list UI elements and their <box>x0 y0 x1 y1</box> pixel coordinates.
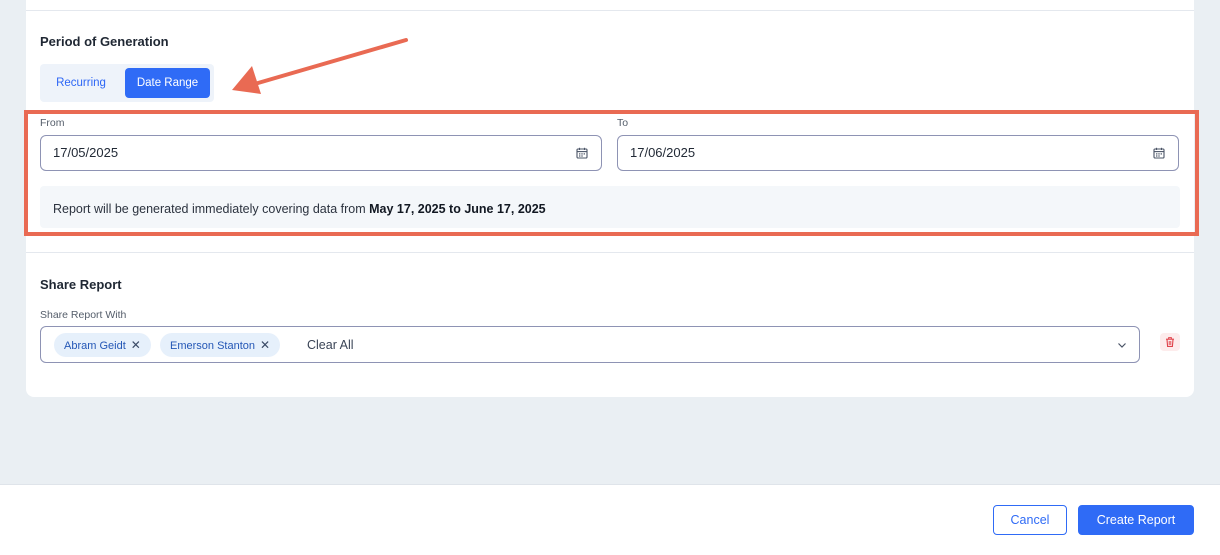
to-date-value: 17/06/2025 <box>630 145 696 160</box>
to-label: To <box>617 117 629 129</box>
chip-label: Abram Geidt <box>64 340 126 352</box>
arrow-annotation <box>232 38 408 94</box>
trash-icon <box>1166 337 1174 347</box>
remove-chip-icon[interactable]: ✕ <box>260 333 270 357</box>
calendar-icon[interactable] <box>1153 147 1165 159</box>
to-date-input[interactable]: 17/06/2025 <box>617 135 1179 171</box>
summary-text: Report will be generated immediately cov… <box>53 186 546 232</box>
clear-all-button[interactable]: Clear All <box>307 327 354 363</box>
share-section-title: Share Report <box>40 277 122 292</box>
recipient-chip: Abram Geidt ✕ <box>54 333 151 357</box>
recurring-tab[interactable]: Recurring <box>45 68 117 98</box>
cancel-button[interactable]: Cancel <box>993 505 1067 535</box>
chevron-down-icon[interactable] <box>1117 340 1127 350</box>
chip-label: Emerson Stanton <box>170 340 255 352</box>
from-label: From <box>40 117 65 129</box>
period-section-title: Period of Generation <box>40 34 169 49</box>
delete-share-button[interactable] <box>1160 333 1180 351</box>
date-range-summary: Report will be generated immediately cov… <box>40 186 1180 228</box>
share-with-label: Share Report With <box>40 309 127 321</box>
create-report-button[interactable]: Create Report <box>1078 505 1194 535</box>
remove-chip-icon[interactable]: ✕ <box>131 333 141 357</box>
from-date-input[interactable]: 17/05/2025 <box>40 135 602 171</box>
form-footer: Cancel Create Report <box>0 484 1220 555</box>
recipient-chip: Emerson Stanton ✕ <box>160 333 281 357</box>
date-range-tab[interactable]: Date Range <box>125 68 210 98</box>
report-form-card: Period of Generation Recurring Date Rang… <box>26 0 1194 397</box>
share-with-select[interactable]: Abram Geidt ✕ Emerson Stanton ✕ Clear All <box>40 326 1140 363</box>
section-divider <box>26 10 1194 11</box>
from-date-value: 17/05/2025 <box>53 145 119 160</box>
summary-range: May 17, 2025 to June 17, 2025 <box>369 202 546 216</box>
calendar-icon[interactable] <box>576 147 588 159</box>
period-type-toggle: Recurring Date Range <box>40 64 214 102</box>
summary-prefix: Report will be generated immediately cov… <box>53 202 370 216</box>
section-divider <box>26 252 1194 253</box>
